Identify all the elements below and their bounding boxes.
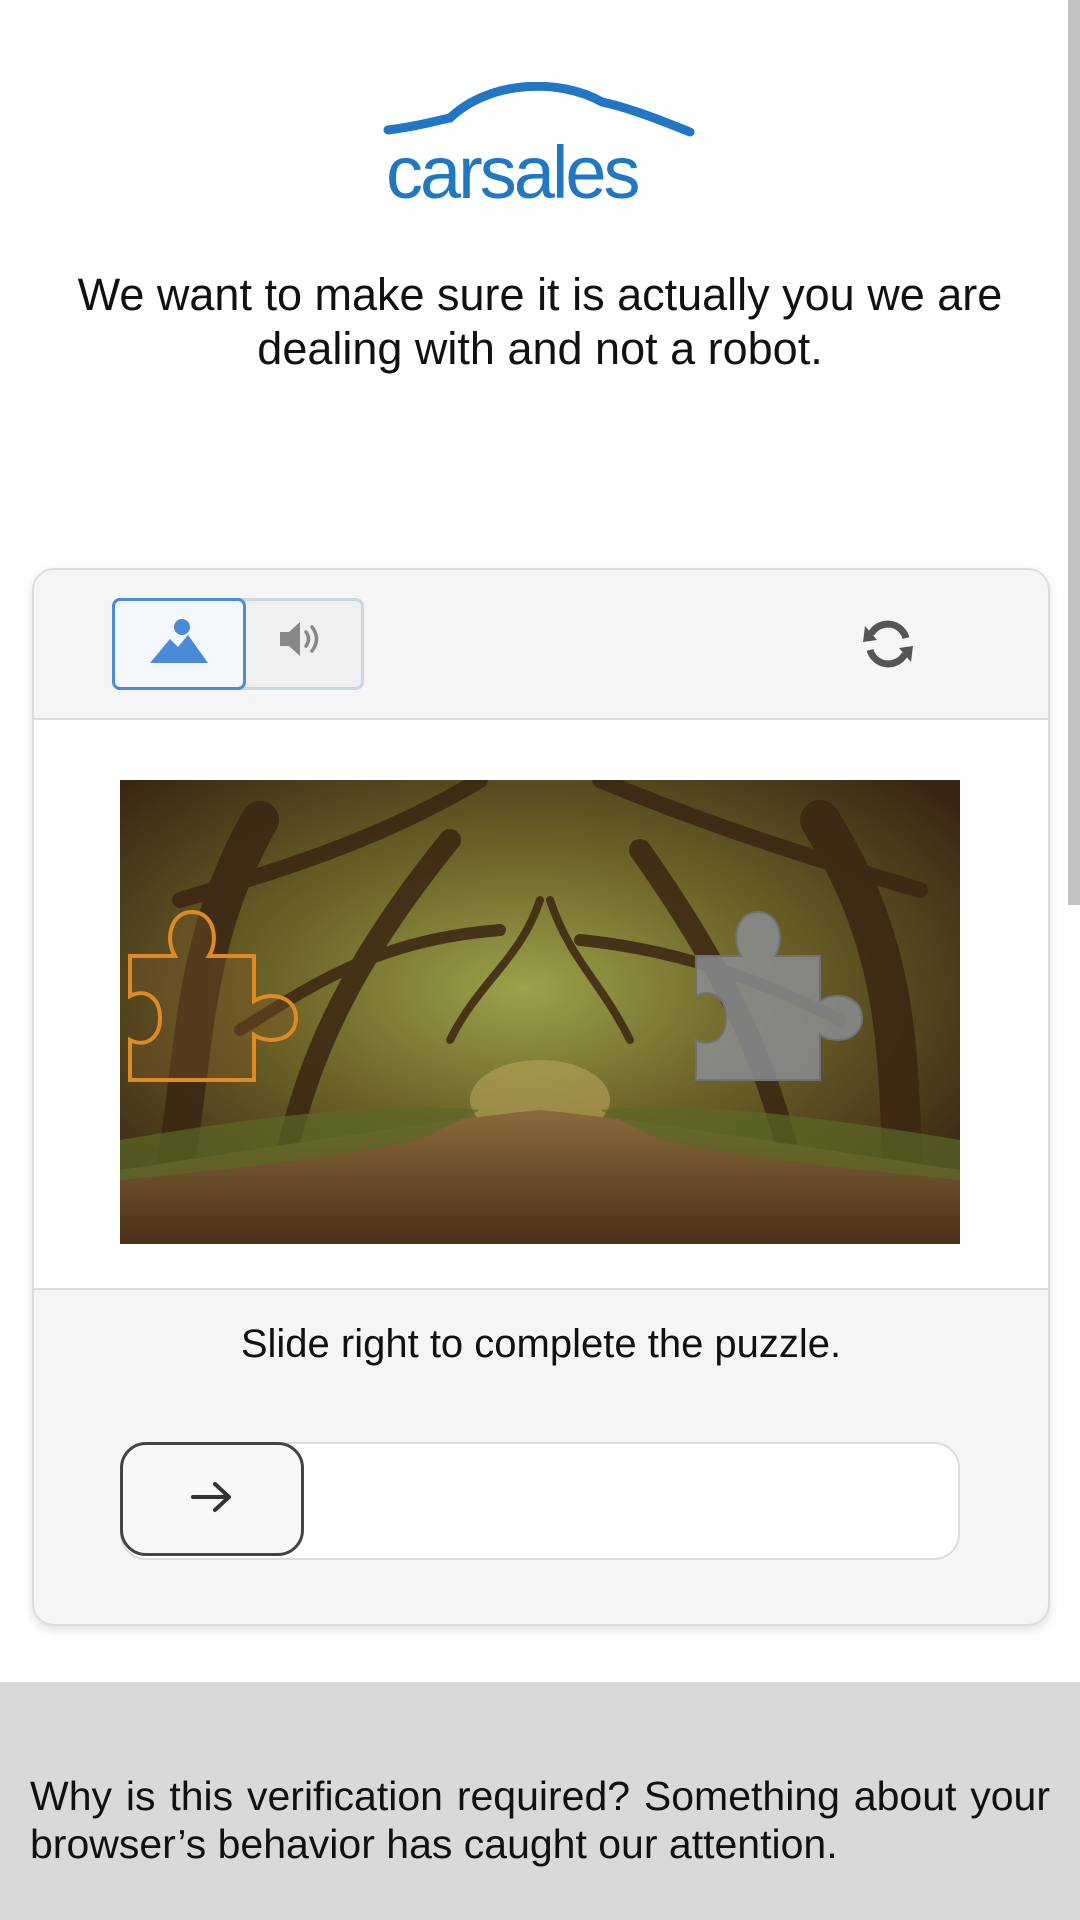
intro-text: We want to make sure it is actually you … xyxy=(77,269,1003,374)
carsales-logo: carsales xyxy=(380,82,700,212)
image-mode-button[interactable] xyxy=(112,598,246,690)
verification-reason-text: Why is this verification required? Somet… xyxy=(30,1773,1050,1867)
logo-text: carsales xyxy=(386,131,639,212)
arrow-right-icon xyxy=(190,1480,234,1519)
refresh-button[interactable] xyxy=(858,616,918,676)
captcha-card: Slide right to complete the puzzle. xyxy=(32,568,1050,1626)
image-icon xyxy=(148,617,210,672)
page: carsales We want to make sure it is actu… xyxy=(0,0,1080,1920)
captcha-toolbar xyxy=(34,570,1048,720)
puzzle-area xyxy=(34,720,1048,1290)
captcha-mode-toggle xyxy=(112,598,364,690)
footer: Why is this verification required? Somet… xyxy=(0,1682,1080,1920)
slider-handle[interactable] xyxy=(120,1442,304,1556)
speaker-icon xyxy=(278,619,328,664)
puzzle-background-image xyxy=(120,780,960,1244)
scrollbar[interactable] xyxy=(1068,0,1080,905)
refresh-icon xyxy=(860,616,916,677)
audio-mode-button[interactable] xyxy=(248,598,358,684)
puzzle-instruction: Slide right to complete the puzzle. xyxy=(240,1322,842,1366)
